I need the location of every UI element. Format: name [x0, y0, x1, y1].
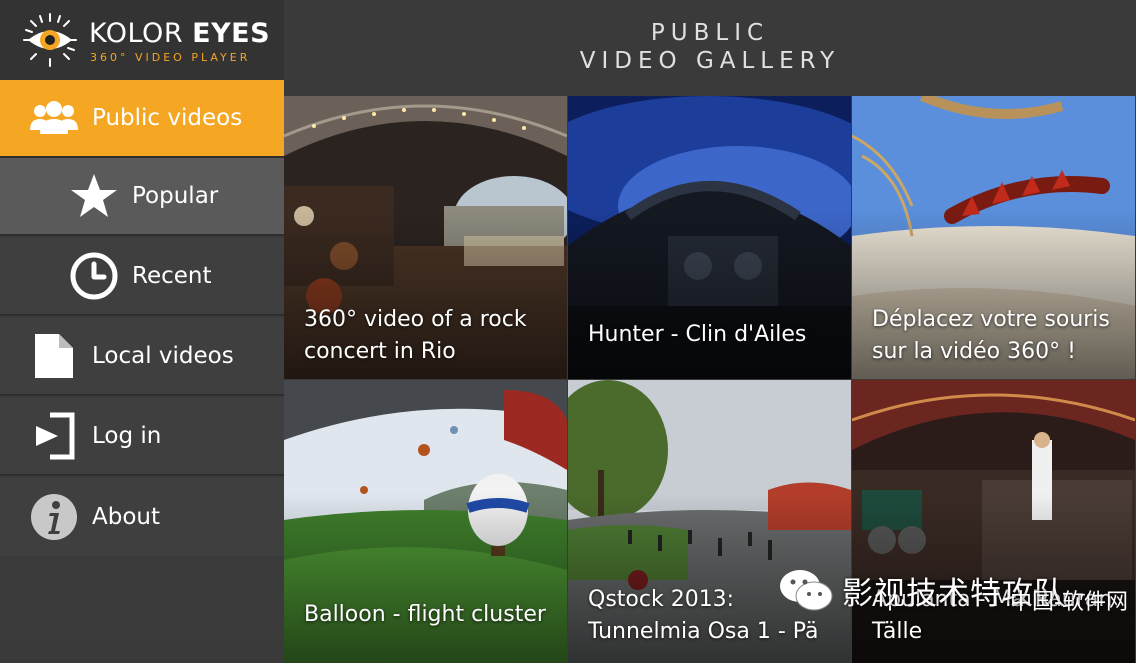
wechat-icon: [780, 570, 833, 611]
video-title: 360° video of a rock concert in Rio: [304, 304, 553, 368]
video-tile[interactable]: Qstock 2013: Tunnelmia Osa 1 - Pä: [568, 380, 851, 663]
video-tile[interactable]: Apulanta - Ma Nauran Tälle: [852, 380, 1135, 663]
video-title-line2: concert in Rio: [304, 339, 456, 364]
star-icon: [70, 173, 118, 219]
sidebar-item-log-in[interactable]: Log in: [0, 398, 284, 476]
sidebar-item-popular[interactable]: Popular: [0, 158, 284, 236]
sidebar-item-label: Log in: [92, 423, 162, 449]
page-title-line1: PUBLIC: [650, 20, 770, 46]
video-title-line2: Tälle: [872, 619, 923, 644]
page-title-line2: VIDEO GALLERY: [579, 48, 841, 74]
video-gallery-grid: 360° video of a rock concert in Rio Hunt…: [284, 96, 1136, 663]
video-title-line1: Balloon - flight cluster: [304, 602, 546, 627]
page-header: PUBLIC VIDEO GALLERY: [284, 0, 1136, 96]
video-tile[interactable]: 360° video of a rock concert in Rio: [284, 96, 567, 379]
video-tile[interactable]: Balloon - flight cluster: [284, 380, 567, 663]
sidebar: KOLOR EYES 360° VIDEO PLAYER Public vide…: [0, 0, 284, 640]
sidebar-item-label: Popular: [132, 183, 219, 209]
video-title-line2: sur la vidéo 360° !: [872, 339, 1076, 364]
video-title-line1: 360° video of a rock: [304, 307, 527, 332]
clock-icon: [70, 252, 118, 300]
kolor-eye-logo-icon: [23, 13, 77, 67]
video-title: Hunter - Clin d'Ailes: [588, 319, 837, 351]
video-title-line2: Tunnelmia Osa 1 - Pä: [588, 619, 819, 644]
brand-name: KOLOR EYES: [89, 18, 270, 49]
sidebar-item-label: Public videos: [92, 105, 243, 131]
info-icon: [30, 493, 78, 541]
sidebar-item-label: About: [92, 504, 161, 530]
brand-subtitle: 360° VIDEO PLAYER: [90, 51, 251, 64]
brand-name-bold: EYES: [192, 18, 271, 49]
video-title-line1: Hunter - Clin d'Ailes: [588, 322, 807, 347]
video-title: Déplacez votre souris sur la vidéo 360° …: [872, 304, 1121, 368]
wechat-watermark: 影视技术特攻队 中国-软件网: [778, 560, 1136, 620]
group-icon: [28, 100, 80, 136]
watermark-small-text: 中国-软件网: [1010, 590, 1128, 615]
video-tile[interactable]: Hunter - Clin d'Ailes: [568, 96, 851, 379]
document-icon: [33, 332, 75, 380]
video-title-line1: Déplacez votre souris: [872, 307, 1110, 332]
brand-name-light: KOLOR: [89, 18, 193, 49]
sidebar-item-label: Recent: [132, 263, 212, 289]
login-icon: [34, 412, 76, 460]
sidebar-item-about[interactable]: About: [0, 478, 284, 556]
video-title: Balloon - flight cluster: [304, 599, 553, 631]
sidebar-item-label: Local videos: [92, 343, 234, 369]
sidebar-item-recent[interactable]: Recent: [0, 238, 284, 316]
video-tile[interactable]: Déplacez votre souris sur la vidéo 360° …: [852, 96, 1135, 379]
sidebar-item-local-videos[interactable]: Local videos: [0, 318, 284, 396]
caption-shade: [284, 493, 567, 663]
brand-header: KOLOR EYES 360° VIDEO PLAYER: [0, 0, 284, 80]
caption-shade: [568, 209, 851, 379]
sidebar-item-public-videos[interactable]: Public videos: [0, 80, 284, 158]
